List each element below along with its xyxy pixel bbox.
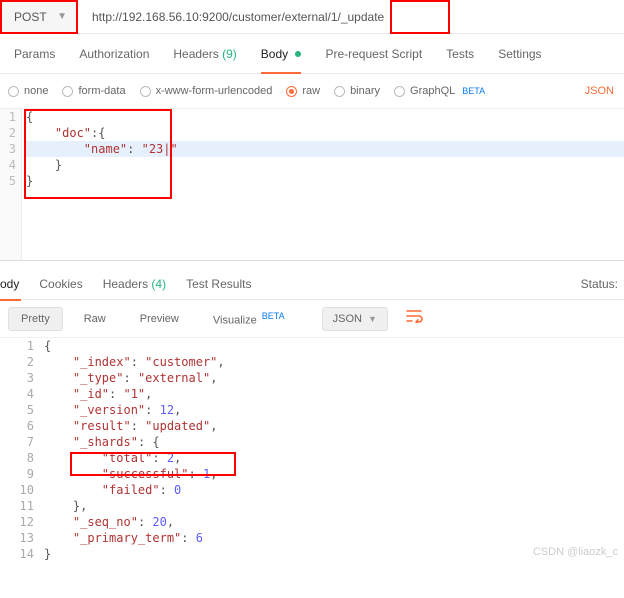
watermark: CSDN @liaozk_c	[533, 546, 618, 558]
radio-icon	[8, 86, 19, 97]
body-type-raw-label: raw	[302, 85, 320, 97]
response-language-select[interactable]: JSON ▼	[322, 307, 388, 331]
view-visualize-label: Visualize	[213, 314, 257, 326]
resp-tab-headers-label: Headers	[103, 277, 148, 291]
beta-badge: BETA	[262, 311, 285, 321]
response-status: Status:	[581, 277, 618, 291]
body-type-graphql[interactable]: GraphQL BETA	[394, 85, 485, 97]
body-type-binary[interactable]: binary	[334, 85, 380, 97]
radio-icon	[286, 86, 297, 97]
tab-settings[interactable]: Settings	[498, 47, 541, 61]
request-tabs: Params Authorization Headers (9) Body Pr…	[0, 34, 624, 74]
tab-authorization[interactable]: Authorization	[79, 47, 149, 61]
wrap-lines-icon[interactable]	[406, 309, 424, 328]
body-language-select[interactable]: JSON	[585, 85, 614, 97]
radio-icon	[334, 86, 345, 97]
http-method-label: POST	[14, 10, 47, 24]
line-gutter: 12345	[0, 109, 22, 260]
url-input[interactable]	[78, 10, 624, 24]
response-language-label: JSON	[333, 313, 362, 325]
body-type-none-label: none	[24, 85, 48, 97]
resp-tab-cookies[interactable]: Cookies	[39, 277, 82, 291]
body-type-formdata[interactable]: form-data	[62, 85, 125, 97]
request-url-bar: POST ▼	[0, 0, 624, 34]
tab-body-label: Body	[261, 47, 288, 61]
body-type-xwww-label: x-www-form-urlencoded	[156, 85, 273, 97]
tab-params[interactable]: Params	[14, 47, 55, 61]
request-body-editor[interactable]: 12345 { "doc":{ "name": "23|" }}	[0, 108, 624, 260]
tab-headers-label: Headers	[173, 47, 218, 61]
http-method-select[interactable]: POST ▼	[0, 0, 78, 34]
radio-icon	[140, 86, 151, 97]
beta-badge: BETA	[462, 86, 485, 96]
resp-tab-headers[interactable]: Headers (4)	[103, 277, 166, 291]
view-visualize[interactable]: Visualize BETA	[200, 305, 298, 333]
tab-tests[interactable]: Tests	[446, 47, 474, 61]
radio-icon	[394, 86, 405, 97]
response-toolbar: Pretty Raw Preview Visualize BETA JSON ▼	[0, 300, 624, 338]
body-type-binary-label: binary	[350, 85, 380, 97]
resp-tab-body[interactable]: ody	[0, 277, 19, 291]
line-gutter: 1234567891011121314	[0, 338, 44, 562]
body-type-xwww[interactable]: x-www-form-urlencoded	[140, 85, 273, 97]
resp-headers-count: (4)	[151, 277, 166, 291]
body-type-selector: none form-data x-www-form-urlencoded raw…	[0, 74, 624, 108]
response-body-editor[interactable]: 1234567891011121314 { "_index": "custome…	[0, 338, 624, 562]
tab-headers[interactable]: Headers (9)	[173, 47, 236, 61]
resp-tab-test-results[interactable]: Test Results	[186, 277, 251, 291]
view-preview[interactable]: Preview	[127, 307, 192, 331]
code-body: { "_index": "customer", "_type": "extern…	[44, 338, 624, 562]
code-body[interactable]: { "doc":{ "name": "23|" }}	[22, 109, 624, 260]
response-tabs: ody Cookies Headers (4) Test Results Sta…	[0, 268, 624, 300]
tab-body[interactable]: Body	[261, 47, 302, 61]
body-type-raw[interactable]: raw	[286, 85, 320, 97]
body-type-none[interactable]: none	[8, 85, 48, 97]
chevron-down-icon: ▼	[368, 314, 377, 324]
view-raw[interactable]: Raw	[71, 307, 119, 331]
body-type-graphql-label: GraphQL	[410, 85, 455, 97]
radio-icon	[62, 86, 73, 97]
splitter[interactable]	[0, 260, 624, 268]
view-pretty[interactable]: Pretty	[8, 307, 63, 331]
chevron-down-icon: ▼	[57, 11, 67, 22]
headers-count: (9)	[222, 47, 237, 61]
body-type-formdata-label: form-data	[78, 85, 125, 97]
tab-pre-request-script[interactable]: Pre-request Script	[325, 47, 422, 61]
body-dirty-indicator-icon	[295, 51, 301, 57]
